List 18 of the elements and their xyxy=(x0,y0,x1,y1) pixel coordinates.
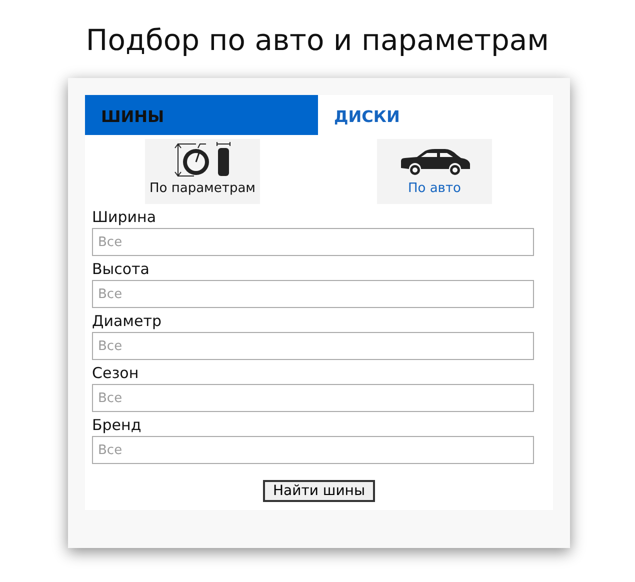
select-field[interactable]: Все xyxy=(92,384,534,412)
field-label: Бренд xyxy=(92,416,142,436)
page-title: Подбор по авто и параметрам xyxy=(84,22,550,59)
select-field[interactable]: Все xyxy=(92,228,534,256)
car-icon xyxy=(398,148,470,178)
field-label: Высота xyxy=(92,260,150,280)
field-label: Диаметр xyxy=(92,312,162,332)
mode-button[interactable]: По параметрам xyxy=(145,139,260,204)
select-field[interactable]: Все xyxy=(92,280,534,308)
search-button[interactable]: Найти шины xyxy=(262,480,376,502)
select-field[interactable]: Все xyxy=(92,436,534,464)
field-label: Сезон xyxy=(92,364,140,384)
tire-size-icon xyxy=(172,142,234,178)
select-field[interactable]: Все xyxy=(92,332,534,360)
tab[interactable]: ДИСКИ xyxy=(318,95,551,135)
tab[interactable]: ШИНЫ xyxy=(85,95,318,135)
mode-button[interactable]: По авто xyxy=(377,139,492,204)
field-label: Ширина xyxy=(92,208,158,228)
